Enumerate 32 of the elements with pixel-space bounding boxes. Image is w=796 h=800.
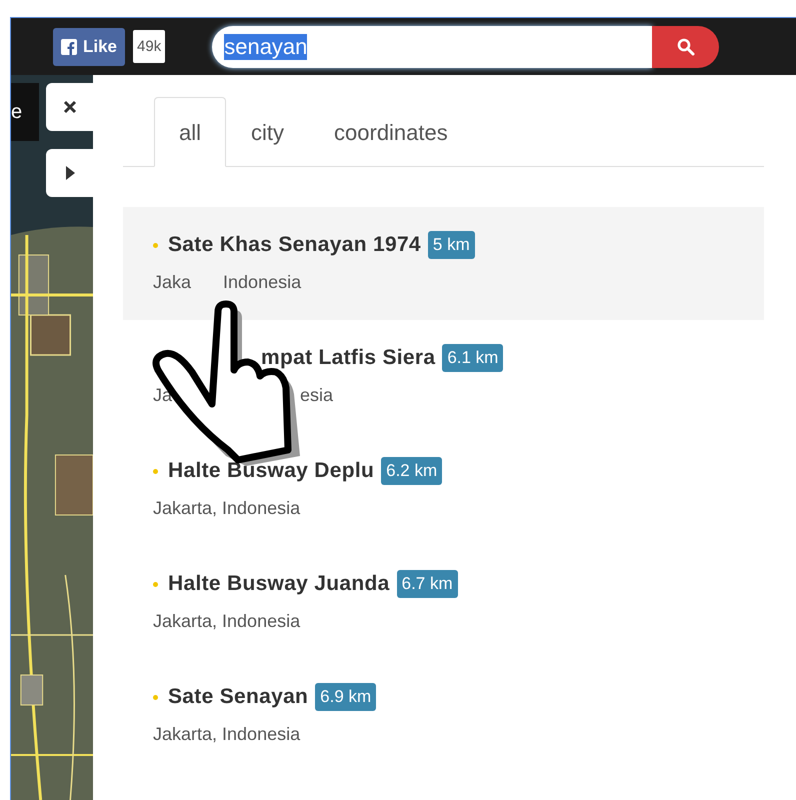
result-location: Jaka	[153, 272, 192, 293]
facebook-icon	[61, 38, 77, 54]
triangle-icon	[66, 166, 74, 180]
expand-button[interactable]	[46, 149, 94, 197]
distance-badge: 5 km	[428, 231, 475, 259]
distance-badge: 6.1 km	[442, 344, 504, 372]
result-location: Jakarta, Indonesia	[153, 611, 300, 632]
panel-label: e	[11, 100, 22, 124]
tab[interactable]: city	[226, 97, 310, 167]
like-count: 49k	[133, 30, 166, 63]
search-button[interactable]	[652, 26, 720, 68]
like-button[interactable]: Like	[53, 28, 126, 66]
close-button[interactable]	[46, 83, 94, 131]
result-location: Jakarta, Indonesia	[153, 724, 300, 745]
tab[interactable]: all	[154, 97, 226, 167]
result-location: esia	[300, 385, 334, 406]
distance-badge: 6.7 km	[396, 570, 458, 598]
distance-badge: 6.9 km	[315, 683, 376, 711]
result-location: Jakarta, Indonesia	[153, 498, 300, 519]
tab[interactable]: coordinates	[309, 97, 473, 167]
close-icon	[63, 100, 77, 114]
result-title[interactable]: mpat Latfis Siera	[261, 346, 436, 370]
result-row[interactable]: Sate Khas Senayan 1974 5 km Jaka Indonesia	[123, 207, 764, 320]
search-icon	[676, 38, 695, 56]
result-location: Ja	[153, 385, 172, 406]
result-title[interactable]: Halte Busway Deplu	[168, 459, 374, 483]
distance-badge: 6.2 km	[381, 457, 442, 485]
result-title[interactable]: Halte Busway Juanda	[168, 572, 390, 596]
result-title[interactable]: Sate Senayan	[168, 685, 308, 709]
search-field[interactable]: senayan	[212, 26, 652, 68]
result-title[interactable]: Sate Khas Senayan 1974	[168, 233, 421, 257]
result-location: Indonesia	[223, 272, 302, 293]
